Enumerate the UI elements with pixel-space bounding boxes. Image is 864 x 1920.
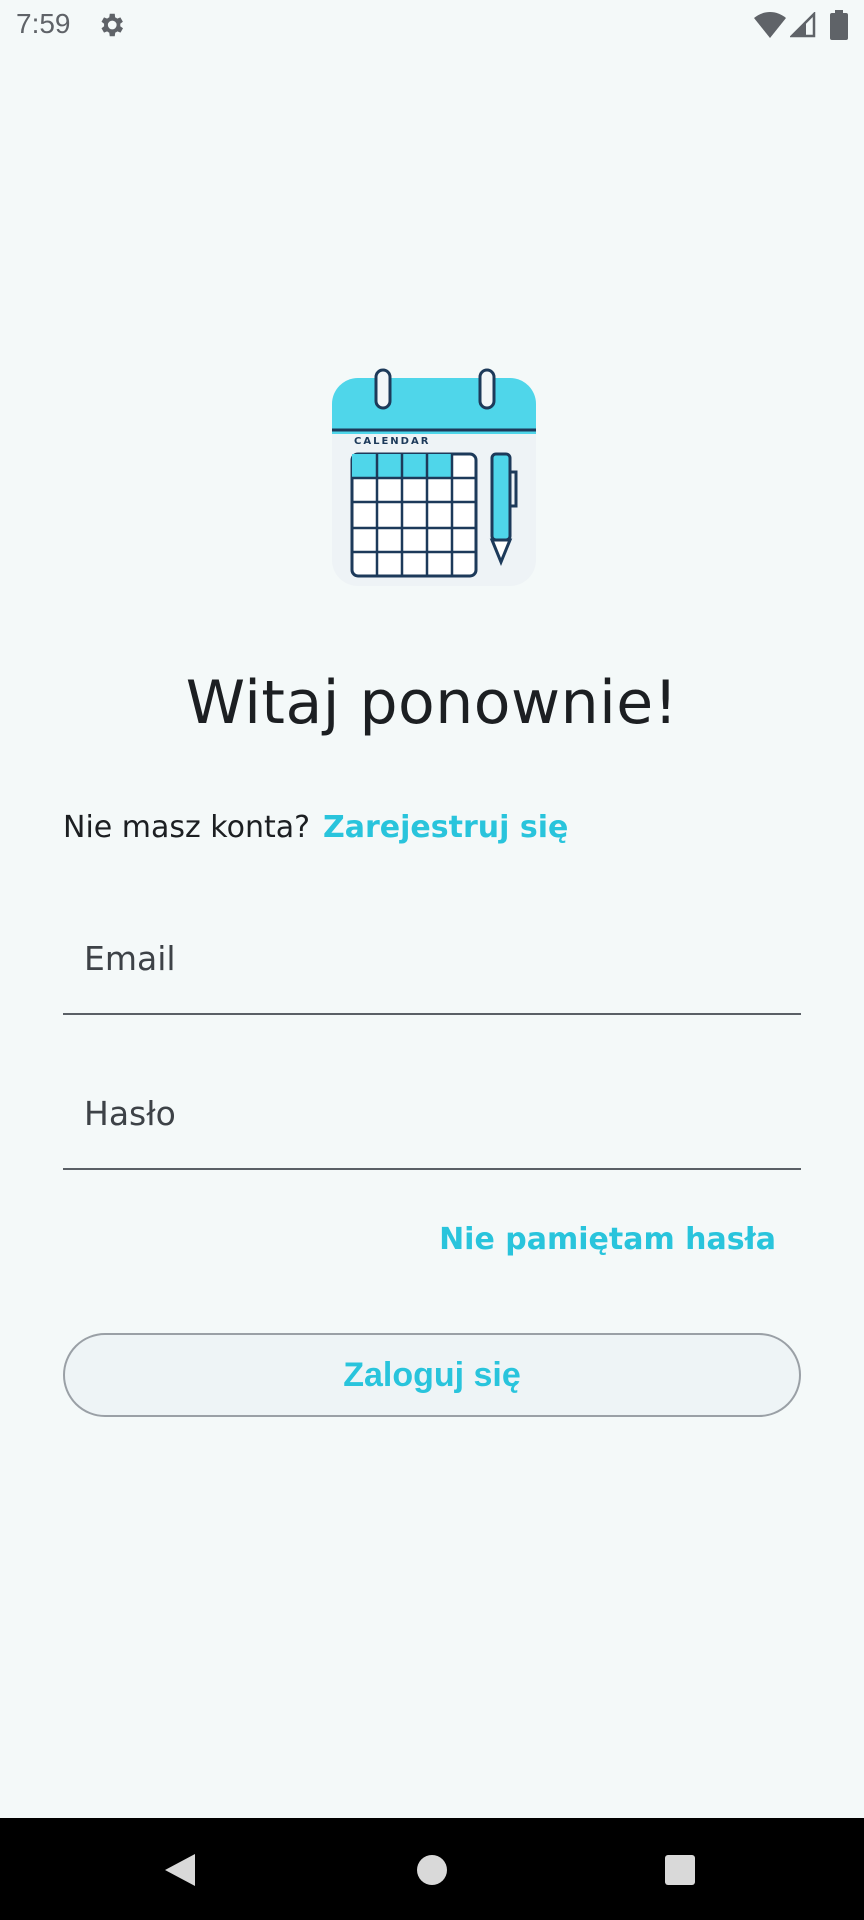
status-bar: 7:59 bbox=[0, 0, 864, 52]
signup-link[interactable]: Zarejestruj się bbox=[323, 810, 568, 845]
login-screen: 7:59 CALENDAR Witaj ponownie! Nie masz k… bbox=[0, 0, 864, 1920]
logo-text: CALENDAR bbox=[354, 436, 430, 447]
signup-row: Nie masz konta? Zarejestruj się bbox=[63, 810, 568, 845]
email-placeholder: Email bbox=[84, 939, 176, 978]
password-field[interactable]: Hasło bbox=[63, 1080, 801, 1170]
battery-icon bbox=[830, 10, 848, 40]
password-placeholder: Hasło bbox=[84, 1094, 176, 1133]
signup-prompt: Nie masz konta? bbox=[63, 810, 311, 845]
gear-icon bbox=[101, 13, 123, 37]
wifi-icon bbox=[754, 12, 786, 38]
status-time: 7:59 bbox=[16, 8, 71, 39]
signal-icon bbox=[790, 12, 816, 38]
home-icon[interactable] bbox=[416, 1854, 448, 1886]
email-field[interactable]: Email bbox=[63, 925, 801, 1015]
calendar-icon: CALENDAR bbox=[332, 368, 536, 586]
welcome-title: Witaj ponownie! bbox=[185, 668, 679, 738]
login-button-label: Zaloguj się bbox=[343, 1355, 521, 1394]
forgot-password-link[interactable]: Nie pamiętam hasła bbox=[439, 1222, 776, 1257]
login-button[interactable]: Zaloguj się bbox=[63, 1333, 801, 1417]
back-icon[interactable] bbox=[163, 1852, 197, 1888]
recents-icon[interactable] bbox=[664, 1854, 696, 1886]
navigation-bar bbox=[0, 1818, 864, 1920]
